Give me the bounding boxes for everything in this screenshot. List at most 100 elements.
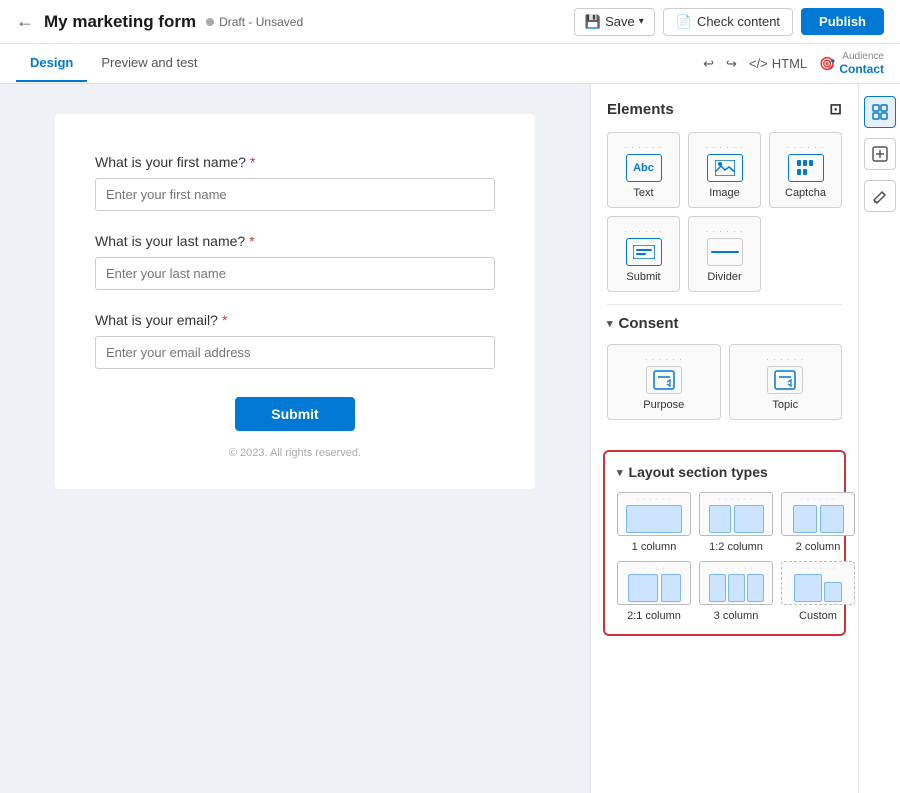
tab-design[interactable]: Design bbox=[16, 45, 87, 82]
layout-title-text: Layout section types bbox=[629, 464, 768, 480]
check-content-button[interactable]: 📄 Check content bbox=[663, 8, 793, 36]
undo-button[interactable]: ↩ bbox=[703, 56, 714, 72]
audience-icon: 🎯 bbox=[819, 56, 835, 72]
purpose-dots: · · · · · · bbox=[645, 355, 683, 364]
audience-value: Contact bbox=[839, 62, 884, 76]
firstname-label: What is your first name? * bbox=[95, 154, 495, 170]
element-divider[interactable]: · · · · · · Divider bbox=[688, 216, 761, 292]
topic-dots: · · · · · · bbox=[766, 355, 804, 364]
form-area: What is your first name? * What is your … bbox=[0, 84, 590, 793]
captcha-icon bbox=[788, 154, 824, 182]
firstname-required: * bbox=[250, 154, 255, 170]
divider-icon bbox=[707, 238, 743, 266]
save-icon: 💾 bbox=[585, 14, 601, 30]
lastname-label: What is your last name? * bbox=[95, 233, 495, 249]
layout-grid: · · · · · · 1 column · · · · · · bbox=[617, 492, 832, 622]
text-label: Text bbox=[633, 187, 653, 199]
element-image[interactable]: · · · · · · Image bbox=[688, 132, 761, 208]
header-right: 💾 Save ▾ 📄 Check content Publish bbox=[574, 8, 884, 36]
html-button[interactable]: </> HTML bbox=[749, 56, 807, 71]
form-group-email: What is your email? * bbox=[95, 312, 495, 369]
layout-custom-dots: · · · · · · bbox=[801, 565, 836, 572]
lastname-required: * bbox=[249, 233, 254, 249]
elements-panel-icon[interactable] bbox=[864, 96, 896, 128]
element-submit[interactable]: · · · · · · Submit bbox=[607, 216, 680, 292]
topic-icon bbox=[767, 366, 803, 394]
tab-preview[interactable]: Preview and test bbox=[87, 45, 211, 82]
layout-section-title: ▾ Layout section types bbox=[617, 464, 832, 480]
html-label: HTML bbox=[772, 56, 807, 71]
header-left: ← My marketing form Draft - Unsaved bbox=[16, 11, 574, 32]
layout-1col-preview: · · · · · · bbox=[617, 492, 691, 536]
layout-2col[interactable]: · · · · · · 2 column bbox=[781, 492, 855, 553]
save-button[interactable]: 💾 Save ▾ bbox=[574, 8, 655, 36]
edit-properties-icon[interactable] bbox=[864, 180, 896, 212]
lastname-input[interactable] bbox=[95, 257, 495, 290]
image-label: Image bbox=[709, 187, 740, 199]
audience-label: Audience bbox=[842, 51, 884, 62]
publish-button[interactable]: Publish bbox=[801, 8, 884, 35]
tabs-left: Design Preview and test bbox=[16, 45, 211, 82]
layout-2col-dots: · · · · · · bbox=[801, 496, 836, 503]
consent-chevron-icon: ▾ bbox=[607, 317, 613, 330]
page-title: My marketing form bbox=[44, 12, 196, 32]
layout-12col-dots: · · · · · · bbox=[719, 496, 754, 503]
layout-3col-label: 3 column bbox=[714, 610, 759, 622]
layout-12col[interactable]: · · · · · · 1:2 column bbox=[699, 492, 773, 553]
form-group-firstname: What is your first name? * bbox=[95, 154, 495, 211]
divider-label: Divider bbox=[707, 271, 741, 283]
layout-21col[interactable]: · · · · · · 2:1 column bbox=[617, 561, 691, 622]
check-content-icon: 📄 bbox=[676, 14, 692, 30]
tabs-right: ↩ ↪ </> HTML 🎯 Audience Contact bbox=[703, 51, 884, 76]
save-label: Save bbox=[605, 14, 635, 29]
elements-title-text: Elements bbox=[607, 101, 674, 118]
submit-dots: · · · · · · bbox=[624, 227, 662, 236]
add-section-icon[interactable] bbox=[864, 138, 896, 170]
layout-1col[interactable]: · · · · · · 1 column bbox=[617, 492, 691, 553]
layout-21col-label: 2:1 column bbox=[627, 610, 681, 622]
draft-label: Draft - Unsaved bbox=[219, 15, 303, 29]
right-panel: Elements ⊡ · · · · · · Abc Text · · · · bbox=[590, 84, 900, 793]
topic-label: Topic bbox=[772, 399, 798, 411]
audience-button[interactable]: 🎯 Audience Contact bbox=[819, 51, 884, 76]
elements-expand-icon[interactable]: ⊡ bbox=[829, 100, 842, 118]
submit-label: Submit bbox=[626, 271, 660, 283]
element-text[interactable]: · · · · · · Abc Text bbox=[607, 132, 680, 208]
email-label: What is your email? * bbox=[95, 312, 495, 328]
email-required: * bbox=[222, 312, 227, 328]
text-dots: · · · · · · bbox=[624, 143, 662, 152]
layout-12col-shape bbox=[709, 505, 764, 533]
layout-3col-shape bbox=[709, 574, 764, 602]
layout-12col-preview: · · · · · · bbox=[699, 492, 773, 536]
firstname-input[interactable] bbox=[95, 178, 495, 211]
tabs-bar: Design Preview and test ↩ ↪ </> HTML 🎯 A… bbox=[0, 44, 900, 84]
consent-toggle[interactable]: ▾ Consent bbox=[607, 315, 842, 332]
layout-custom-label: Custom bbox=[799, 610, 837, 622]
form-footer: © 2023. All rights reserved. bbox=[95, 447, 495, 459]
element-topic[interactable]: · · · · · · Topic bbox=[729, 344, 843, 420]
layout-custom-preview: · · · · · · bbox=[781, 561, 855, 605]
layout-21col-shape bbox=[628, 574, 681, 602]
draft-dot-icon bbox=[206, 18, 214, 26]
layout-chevron-icon: ▾ bbox=[617, 466, 623, 479]
purpose-label: Purpose bbox=[643, 399, 684, 411]
consent-title: Consent bbox=[619, 315, 679, 332]
layout-2col-shape bbox=[793, 505, 844, 533]
layout-12col-label: 1:2 column bbox=[709, 541, 763, 553]
html-icon: </> bbox=[749, 56, 768, 71]
element-captcha[interactable]: · · · · · · Captcha bbox=[769, 132, 842, 208]
layout-21col-dots: · · · · · · bbox=[637, 565, 672, 572]
back-button[interactable]: ← bbox=[16, 11, 34, 32]
element-purpose[interactable]: · · · · · · Purpose bbox=[607, 344, 721, 420]
side-icons-panel bbox=[858, 84, 900, 793]
layout-custom[interactable]: · · · · · · Custom bbox=[781, 561, 855, 622]
layout-3col[interactable]: · · · · · · 3 column bbox=[699, 561, 773, 622]
layout-custom-shape bbox=[794, 574, 842, 602]
redo-button[interactable]: ↪ bbox=[726, 56, 737, 72]
submit-button[interactable]: Submit bbox=[235, 397, 354, 431]
image-dots: · · · · · · bbox=[705, 143, 743, 152]
email-input[interactable] bbox=[95, 336, 495, 369]
check-content-label: Check content bbox=[697, 14, 780, 29]
purpose-icon bbox=[646, 366, 682, 394]
layout-1col-label: 1 column bbox=[632, 541, 677, 553]
